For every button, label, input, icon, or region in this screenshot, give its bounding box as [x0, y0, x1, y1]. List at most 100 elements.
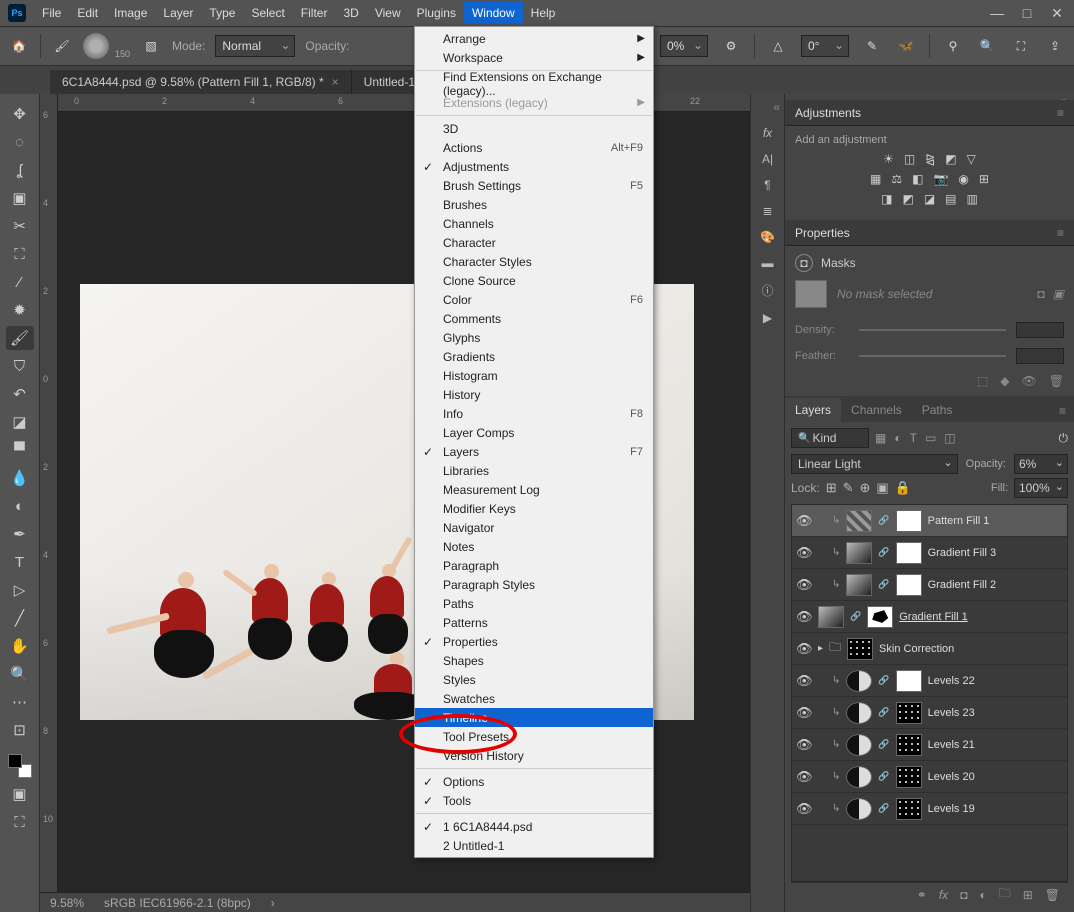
visibility-icon[interactable]: 👁 — [796, 705, 812, 721]
actions-panel-icon[interactable]: ▶ — [763, 311, 772, 325]
menu-item-notes[interactable]: Notes — [415, 537, 653, 556]
menu-filter[interactable]: Filter — [293, 2, 336, 24]
window-menu-dropdown[interactable]: Arrange▶Workspace▶Find Extensions on Exc… — [414, 26, 654, 858]
menu-item-2-untitled-1[interactable]: 2 Untitled-1 — [415, 836, 653, 855]
layer-thumbnail[interactable] — [846, 702, 872, 724]
lock-pixels-icon[interactable]: ✎ — [843, 480, 854, 496]
menu-item-paragraph-styles[interactable]: Paragraph Styles — [415, 575, 653, 594]
menu-item-paragraph[interactable]: Paragraph — [415, 556, 653, 575]
menu-window[interactable]: Window — [464, 2, 523, 24]
threshold-icon[interactable]: ◪ — [924, 192, 935, 206]
lock-all-icon[interactable]: ⊞ — [826, 480, 837, 496]
layer-opacity[interactable]: 6% — [1014, 454, 1068, 474]
menu-plugins[interactable]: Plugins — [409, 2, 464, 24]
layer-name[interactable]: Levels 23 — [928, 707, 1063, 719]
selective-color-icon[interactable]: ▥ — [967, 192, 978, 206]
layer-row[interactable]: 👁↳🔗Levels 19 — [792, 793, 1067, 825]
swatches-panel-icon[interactable]: 🎨 — [760, 230, 775, 244]
layer-fx-icon[interactable]: fx — [939, 888, 948, 902]
paragraph-panel-icon[interactable]: ¶ — [764, 178, 770, 192]
new-adjustment-icon[interactable]: ◐ — [979, 888, 986, 902]
menu-item-tools[interactable]: ✓Tools — [415, 791, 653, 810]
lock-artboard-icon[interactable]: ▣ — [876, 480, 888, 496]
layer-row[interactable]: 👁↳🔗Gradient Fill 3 — [792, 537, 1067, 569]
layer-thumbnail[interactable] — [846, 574, 872, 596]
type-tool[interactable]: T — [6, 550, 34, 574]
layer-fill[interactable]: 100% — [1014, 478, 1068, 498]
brush-preview[interactable] — [83, 33, 109, 59]
eraser-tool[interactable]: ◪ — [6, 410, 34, 434]
lock-icon[interactable]: 🔒 — [895, 480, 911, 496]
visibility-icon[interactable]: 👁 — [796, 641, 812, 657]
delete-layer-icon[interactable]: 🗑 — [1045, 888, 1060, 902]
menu-item-paths[interactable]: Paths — [415, 594, 653, 613]
mask-select-icon[interactable]: ⬚ — [977, 374, 988, 388]
menu-item-layer-comps[interactable]: Layer Comps — [415, 423, 653, 442]
eyedropper-tool[interactable]: ⁄ — [6, 270, 34, 294]
pen-tool[interactable]: ✒ — [6, 522, 34, 546]
menu-item-version-history[interactable]: Version History — [415, 746, 653, 765]
history-brush-tool[interactable]: ↶ — [6, 382, 34, 406]
menu-item-comments[interactable]: Comments — [415, 309, 653, 328]
menu-item-history[interactable]: History — [415, 385, 653, 404]
zoom-tool[interactable]: 🔍 — [6, 662, 34, 686]
menu-item-options[interactable]: ✓Options — [415, 772, 653, 791]
layer-name[interactable]: Skin Correction — [879, 643, 1063, 655]
layer-row[interactable]: 👁↳🔗Levels 20 — [792, 761, 1067, 793]
gradient-tool[interactable]: ▀ — [6, 438, 34, 462]
layer-name[interactable]: Gradient Fill 3 — [928, 547, 1063, 559]
menu-3d[interactable]: 3D — [335, 2, 366, 24]
mask-thumbnail[interactable] — [896, 574, 922, 596]
hand-tool[interactable]: ✋ — [6, 634, 34, 658]
document-tab[interactable]: 6C1A8444.psd @ 9.58% (Pattern Fill 1, RG… — [50, 70, 352, 94]
close-button[interactable]: ✕ — [1048, 5, 1066, 22]
shape-tool[interactable]: ╱ — [6, 606, 34, 630]
menu-item-libraries[interactable]: Libraries — [415, 461, 653, 480]
levels-icon[interactable]: ◫ — [904, 152, 915, 166]
lock-position-icon[interactable]: ⊕ — [860, 480, 871, 496]
close-icon[interactable]: × — [332, 75, 339, 89]
path-select-tool[interactable]: ▷ — [6, 578, 34, 602]
fx-icon[interactable]: fx — [763, 126, 772, 140]
curves-icon[interactable]: ⧎ — [925, 152, 935, 166]
menu-item-actions[interactable]: ActionsAlt+F9 — [415, 138, 653, 157]
dodge-tool[interactable]: ◐ — [6, 494, 34, 518]
color-balance-icon[interactable]: ⚖ — [891, 172, 902, 186]
visibility-icon[interactable]: 👁 — [796, 513, 812, 529]
menu-item-find-extensions-on-exchange-legacy-[interactable]: Find Extensions on Exchange (legacy)... — [415, 74, 653, 93]
filter-pixel-icon[interactable]: ▦ — [875, 431, 886, 445]
trash-icon[interactable]: 🗑 — [1049, 374, 1064, 388]
menu-item-tool-presets[interactable]: Tool Presets — [415, 727, 653, 746]
menu-image[interactable]: Image — [106, 2, 155, 24]
brush-preset-icon[interactable]: 🖌 — [51, 35, 73, 57]
add-pixel-mask-icon[interactable]: ◘ — [1037, 287, 1044, 301]
quickmask-tool[interactable]: ▣ — [6, 782, 34, 806]
layer-row[interactable]: 👁🔗Gradient Fill 1 — [792, 601, 1067, 633]
menu-item-shapes[interactable]: Shapes — [415, 651, 653, 670]
brightness-icon[interactable]: ☀ — [883, 152, 894, 166]
density-slider[interactable] — [859, 329, 1006, 331]
layer-name[interactable]: Levels 21 — [928, 739, 1063, 751]
healing-tool[interactable]: ✹ — [6, 298, 34, 322]
visibility-icon[interactable]: 👁 — [796, 673, 812, 689]
visibility-icon[interactable]: 👁 — [796, 609, 812, 625]
blend-mode-select[interactable]: Normal — [215, 35, 295, 57]
menu-edit[interactable]: Edit — [69, 2, 106, 24]
layer-thumbnail[interactable] — [846, 510, 872, 532]
menu-item-arrange[interactable]: Arrange▶ — [415, 29, 653, 48]
menu-item-measurement-log[interactable]: Measurement Log — [415, 480, 653, 499]
panel-menu-icon[interactable]: ≡ — [1051, 400, 1074, 422]
character-panel-icon[interactable]: A| — [762, 152, 773, 166]
layer-thumbnail[interactable] — [846, 798, 872, 820]
mask-thumbnail[interactable] — [896, 542, 922, 564]
menu-file[interactable]: File — [34, 2, 69, 24]
menu-view[interactable]: View — [367, 2, 409, 24]
visibility-icon[interactable]: 👁 — [796, 577, 812, 593]
menu-item-color[interactable]: ColorF6 — [415, 290, 653, 309]
menu-item-patterns[interactable]: Patterns — [415, 613, 653, 632]
menu-item-timeline[interactable]: Timeline — [415, 708, 653, 727]
layer-row[interactable]: 👁↳🔗Levels 21 — [792, 729, 1067, 761]
mask-thumbnail[interactable] — [896, 702, 922, 724]
new-group-icon[interactable]: 🗀 — [999, 884, 1011, 905]
tab-layers[interactable]: Layers — [785, 398, 841, 422]
